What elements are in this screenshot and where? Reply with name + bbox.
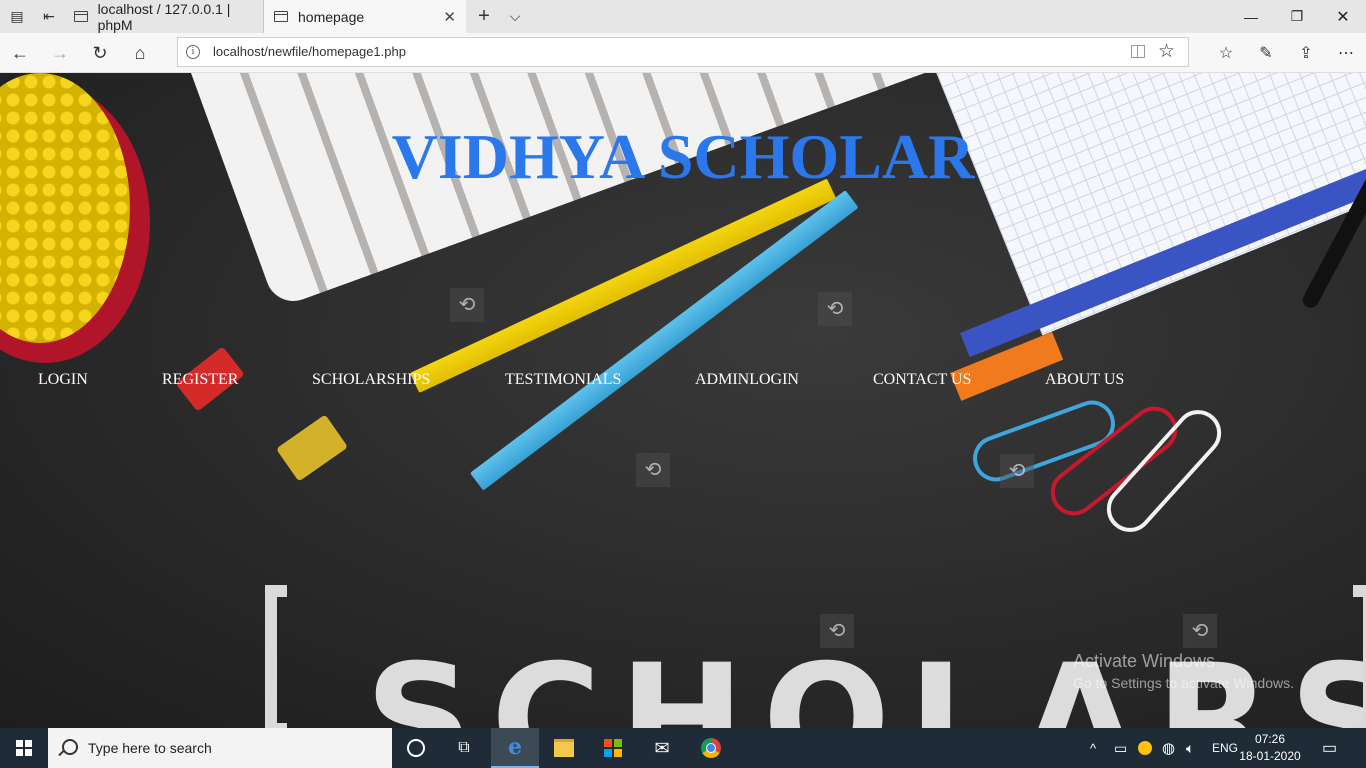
yellow-binder-clip	[275, 414, 349, 482]
watermark-icon: ⟲	[1000, 454, 1034, 488]
watermark-icon: ⟲	[636, 453, 670, 487]
windows-logo-icon	[16, 740, 32, 756]
nav-contact-us[interactable]: CONTACT US	[873, 371, 971, 389]
windows-taskbar: Type here to search ⧉ e ✉ ^ ▭ ◍ 🔈︎ ENG 0…	[0, 728, 1366, 768]
watermark-icon: ⟲	[820, 614, 854, 648]
minimize-icon[interactable]: —	[1228, 0, 1274, 33]
watermark-icon: ⟲	[818, 292, 852, 326]
nav-adminlogin[interactable]: ADMINLOGIN	[695, 371, 799, 389]
reading-view-icon[interactable]	[1131, 45, 1145, 58]
nav-about-us[interactable]: ABOUT US	[1045, 371, 1124, 389]
search-placeholder: Type here to search	[88, 740, 212, 756]
share-icon[interactable]: ⇪	[1286, 33, 1326, 73]
norton-icon[interactable]	[1138, 728, 1152, 768]
info-icon[interactable]: i	[186, 45, 200, 59]
store-icon[interactable]	[589, 728, 637, 768]
action-center-icon[interactable]: ▭	[1322, 728, 1337, 768]
tab-title: homepage	[298, 8, 365, 25]
address-bar[interactable]: i localhost/newfile/homepage1.php ☆	[177, 37, 1189, 67]
nav-register[interactable]: REGISTER	[162, 371, 238, 389]
activate-windows-notice: Activate Windows Go to Settings to activ…	[1073, 651, 1294, 691]
home-icon[interactable]: ⌂	[120, 33, 160, 73]
page-icon	[274, 11, 288, 22]
clock-time: 07:26	[1254, 732, 1286, 746]
cortana-icon[interactable]	[392, 728, 440, 768]
taskbar-search-box[interactable]: Type here to search	[48, 728, 392, 768]
edge-app-icon[interactable]: e	[491, 728, 539, 768]
site-title: VIDHYA SCHOLAR	[391, 121, 975, 192]
volume-icon[interactable]: 🔈︎	[1186, 728, 1194, 768]
new-tab-icon[interactable]: +	[470, 0, 498, 33]
more-icon[interactable]: ⋯	[1326, 33, 1366, 73]
tab-homepage[interactable]: homepage ✕	[264, 0, 466, 33]
favorites-list-icon[interactable]: ☆	[1206, 33, 1246, 73]
url-text: localhost/newfile/homepage1.php	[213, 44, 406, 59]
taskbar-clock[interactable]: 07:26 18-01-2020	[1236, 731, 1304, 765]
nav-login[interactable]: LOGIN	[38, 371, 88, 389]
nav-testimonials[interactable]: TESTIMONIALS	[505, 371, 621, 389]
mail-icon[interactable]: ✉	[638, 728, 686, 768]
close-window-icon[interactable]: ✕	[1320, 0, 1366, 33]
watermark-icon: ⟲	[1183, 614, 1217, 648]
task-view-icon[interactable]: ⧉	[440, 728, 488, 768]
network-globe-icon[interactable]: ◍	[1162, 728, 1175, 768]
chevron-down-icon[interactable]: ⌵	[500, 0, 530, 33]
show-hidden-icons[interactable]: ^	[1090, 728, 1096, 768]
chrome-icon[interactable]	[687, 728, 735, 768]
start-button[interactable]	[0, 728, 48, 768]
restore-icon[interactable]: ❐	[1274, 0, 1320, 33]
tab-phpmyadmin[interactable]: localhost / 127.0.0.1 | phpM	[64, 0, 264, 33]
back-arrow-icon[interactable]: ←	[0, 33, 40, 73]
language-indicator[interactable]: ENG	[1212, 728, 1238, 768]
tab-title: localhost / 127.0.0.1 | phpM	[97, 0, 231, 33]
battery-icon[interactable]: ▭	[1114, 728, 1127, 768]
activate-title: Activate Windows	[1073, 651, 1216, 671]
clock-date: 18-01-2020	[1239, 749, 1301, 763]
watermark-icon: ⟲	[450, 288, 484, 322]
page-icon	[74, 11, 88, 22]
search-icon	[62, 739, 78, 755]
tab-actions-icon[interactable]: ▤	[0, 0, 34, 33]
activate-subtitle: Go to Settings to activate Windows.	[1073, 675, 1294, 691]
file-explorer-icon[interactable]	[540, 728, 588, 768]
page-viewport: SCHOLARSHIP ⟲ ⟲ ⟲ ⟲ ⟲ ⟲ VIDHYA SCHOLAR L…	[0, 73, 1366, 728]
browser-tab-bar: ▤ ⇤ localhost / 127.0.0.1 | phpM homepag…	[0, 0, 1366, 33]
browser-toolbar: ← → ↻ ⌂ i localhost/newfile/homepage1.ph…	[0, 33, 1366, 73]
close-tab-icon[interactable]: ✕	[443, 8, 456, 26]
chalk-bracket-left	[265, 585, 287, 728]
pen-icon[interactable]: ✎	[1246, 33, 1286, 73]
forward-arrow-icon[interactable]: →	[40, 33, 80, 73]
refresh-icon[interactable]: ↻	[80, 33, 120, 73]
chalk-bracket-right	[1353, 585, 1366, 728]
favorite-star-icon[interactable]: ☆	[1158, 40, 1175, 63]
nav-scholarships[interactable]: SCHOLARSHIPS	[312, 371, 430, 389]
set-aside-tabs-icon[interactable]: ⇤	[34, 0, 64, 33]
